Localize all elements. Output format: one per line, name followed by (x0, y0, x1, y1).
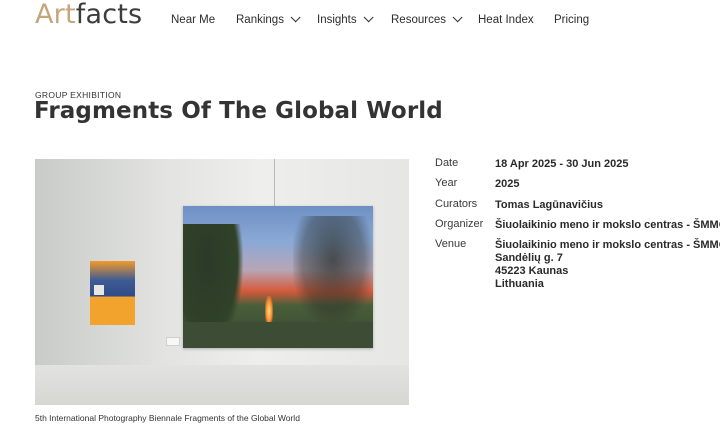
page-title: Fragments Of The Global World (34, 98, 443, 124)
nav-insights-label: Insights (317, 14, 357, 26)
curators-label: Curators (435, 198, 478, 210)
nav-heat-index[interactable]: Heat Index (478, 14, 534, 26)
nav-insights[interactable]: Insights (317, 12, 374, 26)
nav-heat-index-label: Heat Index (478, 14, 534, 26)
nav-resources[interactable]: Resources (391, 12, 463, 26)
photo-hanging-wire (274, 159, 275, 207)
venue-name[interactable]: Šiuolaikinio meno ir mokslo centras - ŠM… (495, 239, 720, 252)
nav-near-me-label: Near Me (171, 14, 216, 26)
photo-floor (35, 365, 409, 405)
photo-framed-print (183, 206, 373, 348)
nav-pricing[interactable]: Pricing (554, 14, 589, 26)
nav-rankings[interactable]: Rankings (236, 12, 301, 26)
logo-facts: facts (75, 0, 143, 30)
chevron-down-icon (452, 12, 463, 23)
curators-value[interactable]: Tomas Lagūnavičius (495, 199, 603, 212)
year-value: 2025 (495, 178, 520, 190)
artfacts-logo[interactable]: Artfacts (35, 0, 142, 30)
venue-country: Lithuania (495, 278, 544, 290)
logo-art: Art (35, 0, 76, 30)
photo-wall-label (166, 337, 180, 346)
chevron-down-icon (290, 12, 301, 23)
photo-caption: 5th International Photography Biennale F… (35, 413, 300, 423)
photo-poster (90, 261, 135, 325)
date-value: 18 Apr 2025 - 30 Jun 2025 (495, 158, 629, 170)
exhibition-photo[interactable] (35, 159, 409, 405)
nav-pricing-label: Pricing (554, 14, 590, 26)
venue-city: 45223 Kaunas (495, 265, 569, 277)
nav-resources-label: Resources (391, 14, 446, 26)
organizer-value[interactable]: Šiuolaikinio meno ir mokslo centras - ŠM… (495, 219, 720, 232)
chevron-down-icon (363, 12, 374, 23)
nav-rankings-label: Rankings (236, 14, 284, 26)
venue-street: Sandėlių g. 7 (495, 252, 563, 264)
venue-label: Venue (435, 238, 467, 250)
organizer-label: Organizer (435, 218, 484, 230)
year-label: Year (435, 177, 458, 189)
date-label: Date (435, 157, 459, 169)
nav-near-me[interactable]: Near Me (171, 14, 215, 26)
